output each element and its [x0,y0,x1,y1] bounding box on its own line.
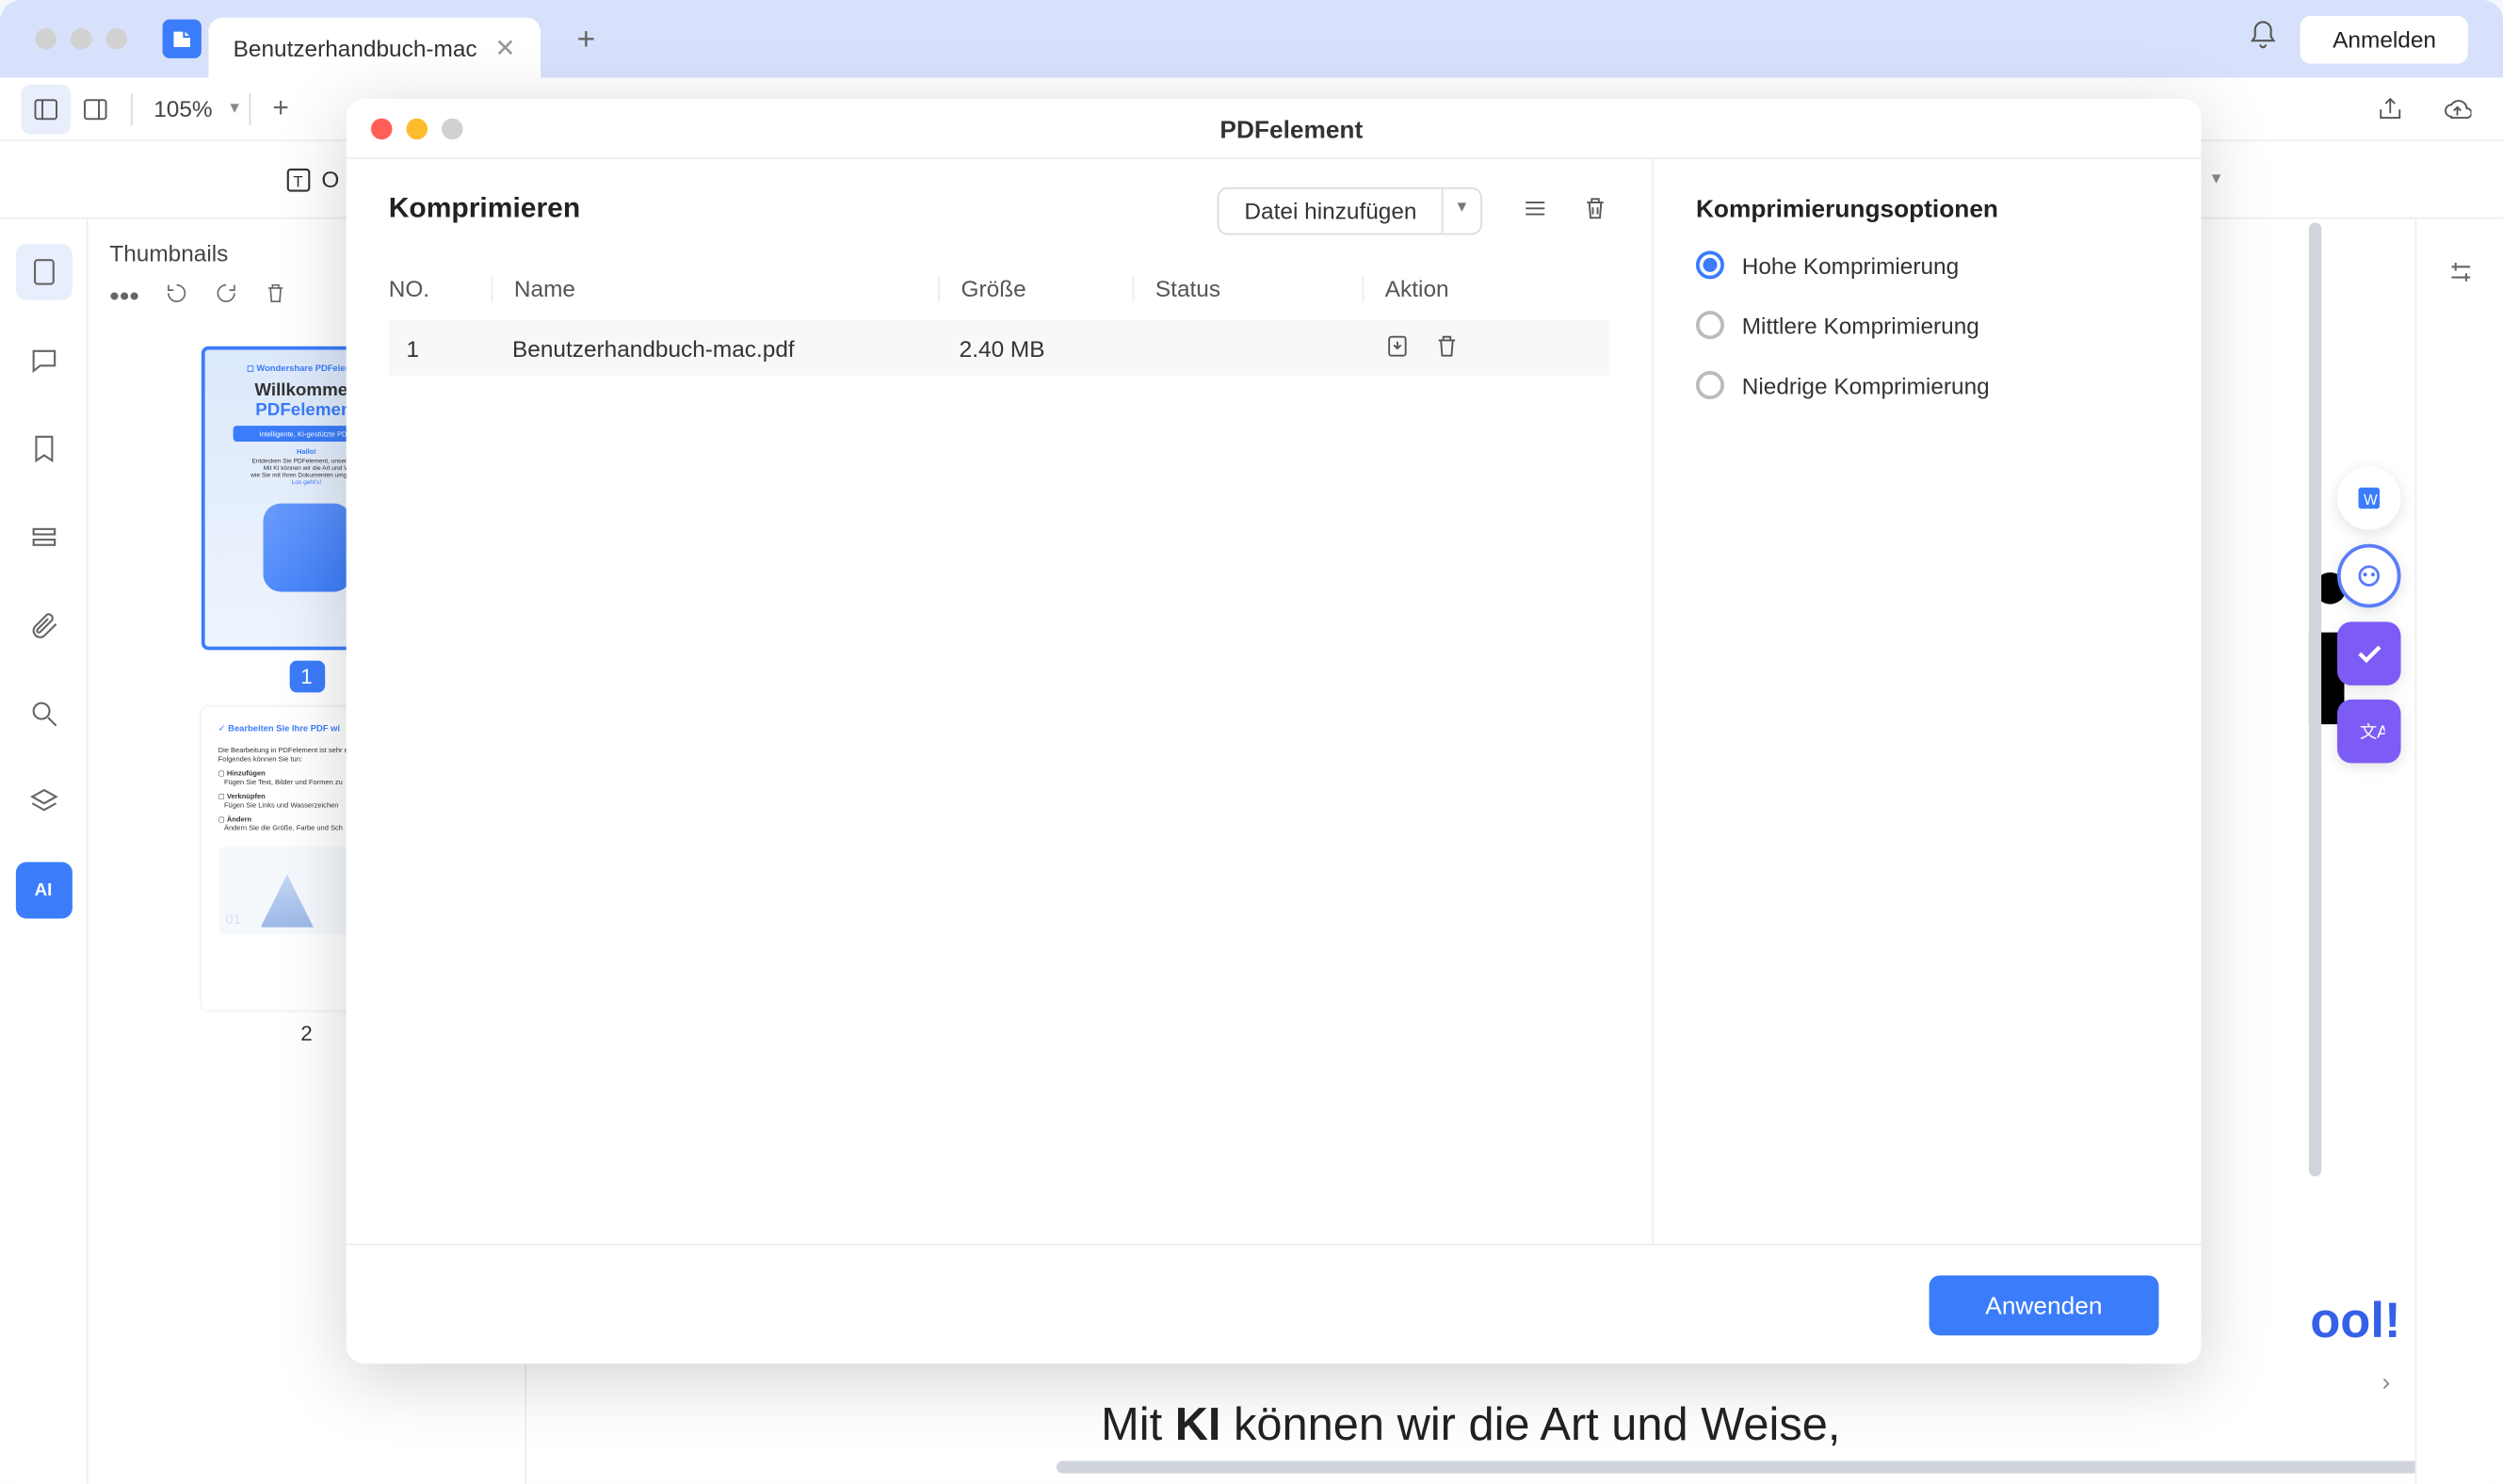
ocr-tool-button[interactable]: T O [283,164,339,196]
layers-rail-icon[interactable] [15,774,72,831]
apply-button[interactable]: Anwenden [1929,1275,2158,1335]
search-rail-icon[interactable] [15,686,72,742]
add-file-control: Datei hinzufügen ▾ [1218,187,1482,235]
option-label: Mittlere Komprimierung [1742,312,1979,338]
thumbnails-rail-icon[interactable] [15,244,72,300]
row-name: Benutzerhandbuch-mac.pdf [492,335,939,362]
share-icon[interactable] [2366,84,2415,134]
rotate-left-icon[interactable] [164,281,188,315]
save-file-icon[interactable] [1383,331,1412,365]
option-high[interactable]: Hohe Komprimierung [1696,250,2159,279]
col-size: Größe [938,276,1132,302]
attachments-rail-icon[interactable] [15,597,72,653]
app-logo-icon [163,20,202,58]
row-size: 2.40 MB [938,335,1132,362]
ocr-label: O [321,166,339,192]
chevron-down-icon[interactable]: ▾ [2212,169,2220,189]
translate-tool-icon[interactable]: 文A [2337,700,2401,764]
zoom-value: 105% [143,95,223,121]
left-rail: AI [0,219,89,1484]
bookmarks-rail-icon[interactable] [15,420,72,476]
fields-rail-icon[interactable] [15,508,72,565]
divider [131,92,133,124]
cloud-upload-icon[interactable] [2432,84,2482,134]
sidebar-toggle-icon[interactable] [22,84,72,134]
option-low[interactable]: Niedrige Komprimierung [1696,371,2159,399]
new-tab-button[interactable]: + [561,14,611,64]
floating-tools: W 文A [2337,466,2401,763]
dialog-traffic-lights[interactable] [371,118,463,139]
right-rail [2414,219,2503,1484]
col-status: Status [1133,276,1363,302]
tab-title: Benutzerhandbuch-mac [234,35,477,61]
page-number-1: 1 [289,661,325,693]
dialog-minimize-icon[interactable] [406,118,428,139]
list-view-icon[interactable] [1521,194,1549,231]
settings-icon[interactable] [2431,244,2488,300]
row-actions [1362,331,1609,365]
export-word-icon[interactable]: W [2337,466,2401,530]
option-label: Niedrige Komprimierung [1742,372,1990,398]
titlebar: Benutzerhandbuch-mac ✕ + Anmelden [0,0,2503,78]
delete-row-icon[interactable] [1432,331,1461,365]
add-file-button[interactable]: Datei hinzufügen [1218,187,1443,235]
compress-dialog: PDFelement Komprimieren Datei hinzufügen… [347,99,2202,1363]
rotate-right-icon[interactable] [214,281,238,315]
svg-text:W: W [2364,492,2378,508]
zoom-in-button[interactable]: + [262,92,299,124]
traffic-maximize-icon[interactable] [106,28,128,50]
window-traffic-lights[interactable] [36,28,128,50]
traffic-minimize-icon[interactable] [71,28,92,50]
thumbnails-title: Thumbnails [109,240,228,266]
row-no: 1 [389,335,492,362]
add-file-dropdown-icon[interactable]: ▾ [1444,187,1482,235]
traffic-close-icon[interactable] [36,28,57,50]
dialog-maximize-icon[interactable] [442,118,463,139]
file-table: NO. Name Größe Status Aktion 1 Benutzerh… [389,276,1609,377]
vertical-scrollbar[interactable] [2309,222,2323,1459]
tab-close-icon[interactable]: ✕ [494,33,515,63]
col-action: Aktion [1362,276,1609,302]
dialog-footer: Anwenden [347,1244,2202,1364]
col-name: Name [492,276,939,302]
login-button[interactable]: Anmelden [2301,15,2467,63]
dialog-left-panel: Komprimieren Datei hinzufügen ▾ NO. Name… [347,159,1654,1244]
svg-text:文A: 文A [2360,722,2385,742]
radio-icon [1696,250,1724,279]
svg-text:T: T [293,171,302,189]
panel-toggle-icon[interactable] [71,84,121,134]
more-icon[interactable]: ••• [109,282,139,314]
clear-all-icon[interactable] [1581,194,1609,231]
ai-rail-icon[interactable]: AI [15,862,72,918]
horizontal-scrollbar[interactable] [1057,1460,2415,1473]
dialog-title: PDFelement [498,114,2085,142]
chevron-right-icon[interactable]: › [2382,1367,2390,1395]
ai-robot-icon[interactable] [2337,544,2401,608]
comments-rail-icon[interactable] [15,332,72,389]
check-tool-icon[interactable] [2337,621,2401,686]
divider [250,92,251,124]
page-text-line: Mit KI können wir die Art und Weise, [1101,1397,1840,1452]
option-label: Hohe Komprimierung [1742,251,1959,278]
col-no: NO. [389,276,492,302]
document-tab[interactable]: Benutzerhandbuch-mac ✕ [208,18,540,78]
radio-icon [1696,311,1724,339]
zoom-control[interactable]: 105% ▾ [143,95,239,121]
table-header: NO. Name Größe Status Aktion [389,276,1609,320]
compression-options-panel: Komprimierungsoptionen Hohe Komprimierun… [1654,159,2202,1244]
delete-icon[interactable] [263,281,287,315]
app-window: Benutzerhandbuch-mac ✕ + Anmelden 105% ▾… [0,0,2503,1484]
dialog-titlebar: PDFelement [347,99,2202,159]
option-medium[interactable]: Mittlere Komprimierung [1696,311,2159,339]
radio-icon [1696,371,1724,399]
chevron-down-icon[interactable]: ▾ [230,99,238,119]
dialog-close-icon[interactable] [371,118,393,139]
notifications-icon[interactable] [2248,19,2280,59]
table-row[interactable]: 1 Benutzerhandbuch-mac.pdf 2.40 MB [389,320,1609,377]
options-title: Komprimierungsoptionen [1696,194,2159,222]
page-text-fragment: ool! [2310,1293,2400,1349]
